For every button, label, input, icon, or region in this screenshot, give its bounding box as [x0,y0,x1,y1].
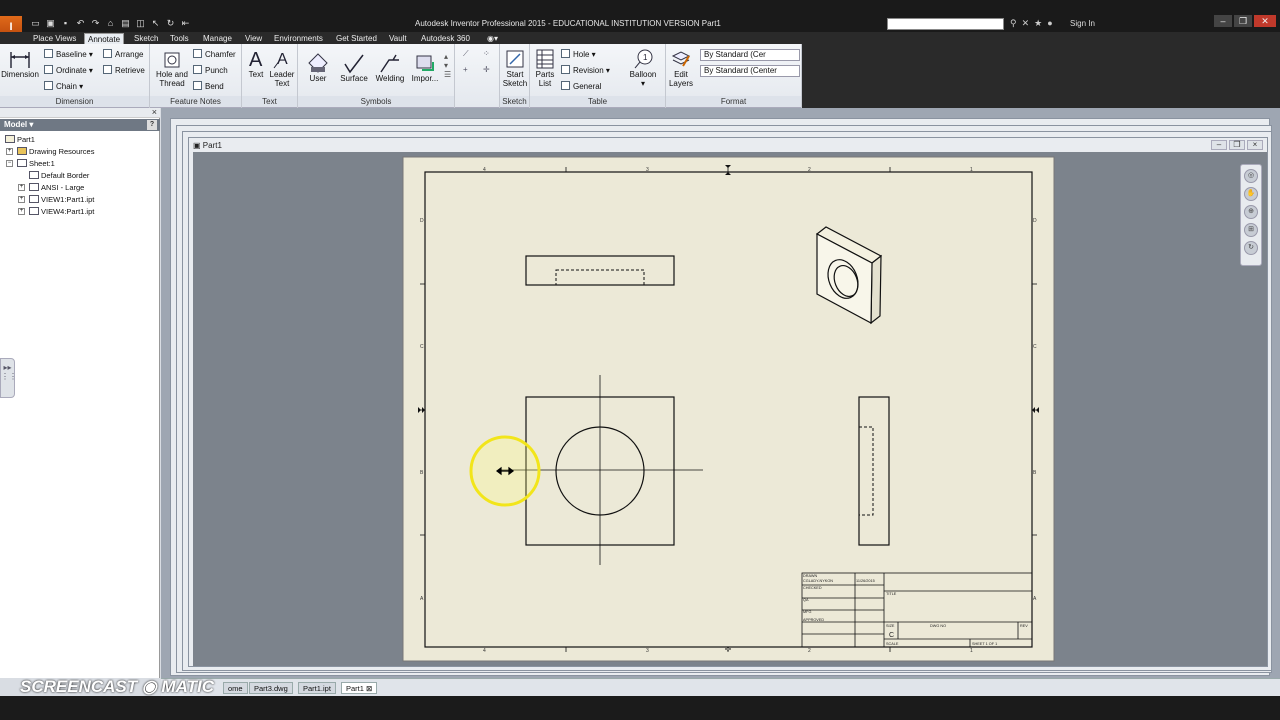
doc-tab-part3-dwg[interactable]: Part3.dwg [249,682,293,694]
drawing-sheet-layer: 4 3 2 1 4 3 2 1 D C B A D C B A DRAWN CG… [402,156,1055,662]
tb-mfg: MFG [803,610,811,614]
watermark-recorded: Recorded with [22,660,99,674]
tb-approved: APPROVED [803,618,824,622]
tb-dwg-no: DWG NO [930,624,946,628]
tb-sheet: SHEET 1 OF 1 [972,642,997,646]
tb-size: C [889,632,894,639]
zone-col-label: 3 [646,648,649,654]
zone-col-label: 2 [808,648,811,654]
tb-size-label: SIZE [886,624,895,628]
orbit-icon[interactable]: ↻ [1244,241,1258,255]
doc-tab-part1-label: Part1 [346,684,364,693]
doc-tab-home[interactable]: ome [223,682,248,694]
zoom-icon[interactable]: ⊕ [1244,205,1258,219]
tb-drawn-by: CGLADY-NYKON [803,579,833,583]
tb-scale: SCALE [886,642,899,646]
navigation-bar: ◎ ✋ ⊕ ⊞ ↻ [1240,164,1262,266]
steering-wheel-icon[interactable]: ◎ [1244,169,1258,183]
inventor-window: I ▭ ▣ ▪ ↶ ↷ ⌂ ▤ ◫ ↖ ↻ ⇤ Autodesk Invento… [0,0,1280,720]
zone-col-label: 1 [970,648,973,654]
zone-row-label: D [420,218,424,224]
zone-row-label: C [1033,344,1037,350]
zone-row-label: C [420,344,424,350]
zone-col-label: 2 [808,167,811,173]
zoom-all-icon[interactable]: ⊞ [1244,223,1258,237]
tb-drawn: DRAWN [803,574,817,578]
doc-tab-part1[interactable]: Part1 ⊠ [341,682,378,694]
zone-col-label: 4 [483,648,486,654]
tb-qa: QA [803,598,809,602]
tb-title: TITLE [886,592,897,596]
tb-rev: REV [1020,624,1028,628]
tb-checked: CHECKED [803,586,822,590]
zone-col-label: 3 [646,167,649,173]
zone-col-label: 4 [483,167,486,173]
zone-col-label: 1 [970,167,973,173]
tab-close-icon[interactable]: ⊠ [366,684,372,693]
watermark-logo: SCREENCAST ◉ MATIC [20,677,214,696]
zone-row-label: D [1033,218,1037,224]
doc-tab-part1-ipt[interactable]: Part1.ipt [298,682,336,694]
status-bar [0,696,1280,720]
tb-drawn-date: 11/26/2015 [856,579,875,583]
drawing-sheet[interactable] [402,156,1055,662]
document-tabs: ome Part3.dwg Part1.ipt Part1 ⊠ [161,678,1280,696]
pan-icon[interactable]: ✋ [1244,187,1258,201]
